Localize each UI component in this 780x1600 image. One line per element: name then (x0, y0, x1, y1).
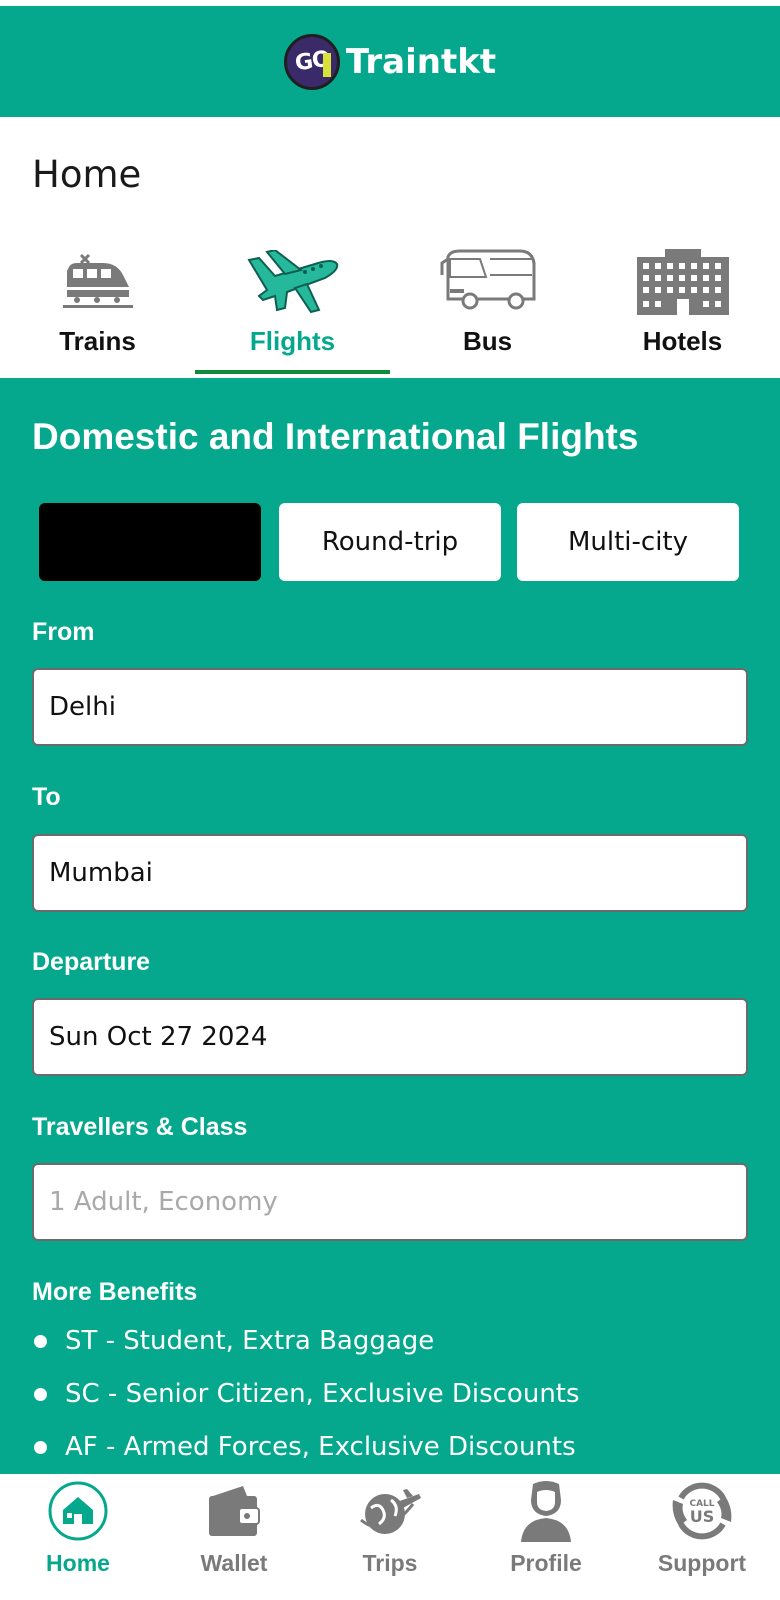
nav-label: Wallet (200, 1550, 268, 1576)
round-trip-button[interactable]: Round-trip (279, 503, 501, 581)
from-field[interactable]: Delhi (32, 668, 748, 746)
multi-city-button[interactable]: Multi-city (517, 503, 739, 581)
flight-search-panel: Domestic and International Flights Round… (0, 378, 780, 1474)
wallet-icon (201, 1478, 267, 1544)
hotel-icon (635, 246, 731, 318)
nav-label: Profile (510, 1550, 582, 1576)
bottom-navigation: Home Wallet Trips Profile CALL US Suppor… (0, 1474, 780, 1600)
bullet-icon (34, 1440, 47, 1454)
nav-profile[interactable]: Profile (468, 1474, 624, 1600)
app-title: Traintkt (345, 41, 497, 82)
airplane-icon (245, 246, 341, 318)
tab-label: Trains (59, 326, 136, 356)
nav-wallet[interactable]: Wallet (156, 1474, 312, 1600)
nav-trips[interactable]: Trips (312, 1474, 468, 1600)
section-title: Domestic and International Flights (32, 416, 639, 457)
tab-label: Bus (462, 326, 513, 356)
train-icon (50, 246, 146, 318)
app-header: GO Traintkt (0, 0, 780, 117)
travellers-placeholder: 1 Adult, Economy (49, 1187, 278, 1217)
profile-icon (513, 1478, 579, 1544)
to-field[interactable]: Mumbai (32, 834, 748, 912)
trip-type-redacted-button[interactable] (39, 503, 261, 581)
departure-date-field[interactable]: Sun Oct 27 2024 (32, 998, 748, 1076)
nav-label: Support (657, 1550, 747, 1576)
nav-label: Trips (362, 1550, 418, 1576)
nav-home[interactable]: Home (0, 1474, 156, 1600)
go-logo-icon: GO (283, 33, 340, 90)
trips-icon (357, 1478, 423, 1544)
benefit-item[interactable]: ST - Student, Extra Baggage (32, 1326, 434, 1356)
benefit-item[interactable]: AF - Armed Forces, Exclusive Discounts (32, 1432, 576, 1462)
bullet-icon (34, 1334, 47, 1348)
to-label: To (32, 783, 61, 811)
travellers-class-field[interactable]: 1 Adult, Economy (32, 1163, 748, 1241)
app-logo[interactable]: GO Traintkt (283, 33, 497, 90)
to-value: Mumbai (49, 858, 153, 888)
from-label: From (32, 618, 95, 646)
home-icon (45, 1478, 111, 1544)
tab-trains[interactable]: Trains (0, 230, 195, 378)
nav-support[interactable]: CALL US Support (624, 1474, 780, 1600)
page-title: Home (32, 153, 142, 196)
benefit-item[interactable]: SC - Senior Citizen, Exclusive Discounts (32, 1379, 580, 1409)
departure-value: Sun Oct 27 2024 (49, 1022, 268, 1052)
bus-icon (440, 246, 536, 318)
nav-label: Home (46, 1550, 110, 1576)
from-value: Delhi (49, 692, 116, 722)
benefit-text: SC - Senior Citizen, Exclusive Discounts (65, 1379, 580, 1409)
tab-bus[interactable]: Bus (390, 230, 585, 378)
tab-hotels[interactable]: Hotels (585, 230, 780, 378)
travellers-label: Travellers & Class (32, 1113, 248, 1141)
benefit-text: AF - Armed Forces, Exclusive Discounts (65, 1432, 576, 1462)
tab-label: Hotels (642, 326, 723, 356)
page-header: Home (0, 117, 780, 230)
benefit-text: ST - Student, Extra Baggage (65, 1326, 435, 1356)
bullet-icon (34, 1387, 47, 1401)
benefits-title: More Benefits (32, 1278, 198, 1306)
tab-label: Flights (249, 326, 336, 356)
svg-text:US: US (690, 1507, 715, 1526)
tab-flights[interactable]: Flights (195, 230, 390, 378)
departure-label: Departure (32, 948, 151, 976)
call-us-icon: CALL US (669, 1478, 735, 1544)
category-tabs: Trains Flights Bus Hotels (0, 230, 780, 378)
